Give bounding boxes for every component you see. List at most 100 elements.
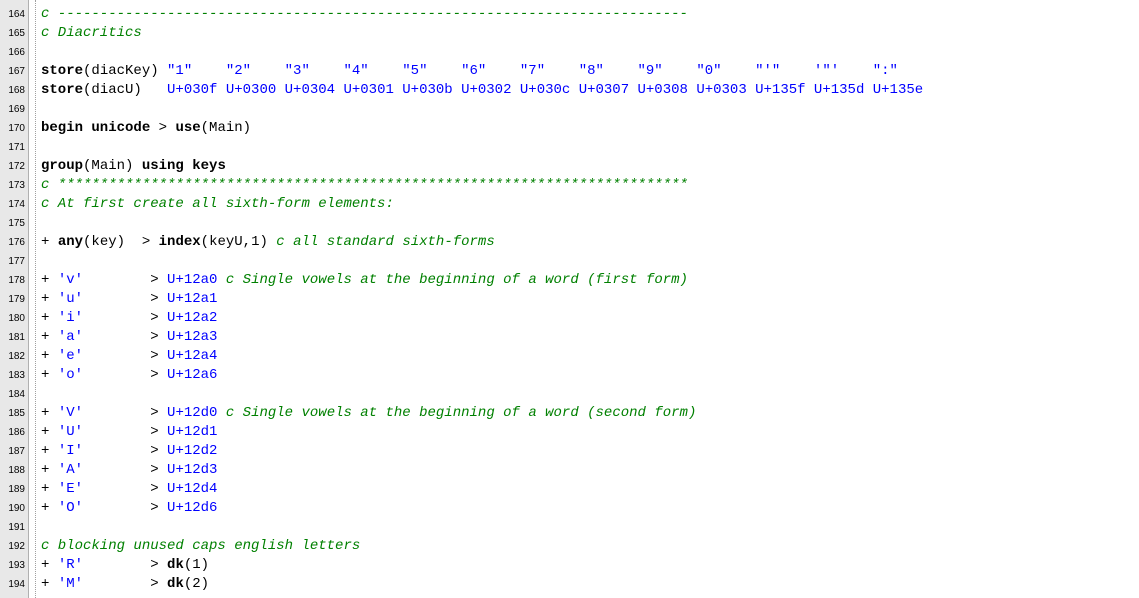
code-line[interactable]: 164 c -----------------------------------… <box>0 5 1139 24</box>
line-number: 164 <box>8 9 25 20</box>
code-token-uni: U+12d6 <box>167 500 218 516</box>
line-number: 182 <box>8 351 25 362</box>
code-token-op: > <box>83 405 168 421</box>
line-number: 190 <box>8 503 25 514</box>
code-token-kw: index <box>158 234 201 250</box>
line-number: 178 <box>8 275 25 286</box>
line-number: 173 <box>8 180 25 191</box>
code-line[interactable]: 194 + 'M' > dk(2) <box>0 575 1139 594</box>
code-line[interactable]: 171 <box>0 138 1139 157</box>
code-line[interactable]: 178 + 'v' > U+12a0 c Single vowels at the… <box>0 271 1139 290</box>
code-line[interactable]: 180 + 'i' > U+12a2 <box>0 309 1139 328</box>
line-number: 194 <box>8 579 25 590</box>
line-number: 165 <box>8 28 25 39</box>
code-token-op: + <box>41 405 58 421</box>
code-line[interactable]: 185 + 'V' > U+12d0 c Single vowels at the… <box>0 404 1139 423</box>
code-text: + 'R' > dk(1) <box>41 556 209 575</box>
line-number: 188 <box>8 465 25 476</box>
code-token-uni: U+12a3 <box>167 329 218 345</box>
line-number: 185 <box>8 408 25 419</box>
code-token-op: + <box>41 348 58 364</box>
line-number: 179 <box>8 294 25 305</box>
code-line[interactable]: 172 group(Main) using keys <box>0 157 1139 176</box>
code-line[interactable]: 177 <box>0 252 1139 271</box>
code-token-kw: store <box>41 63 84 79</box>
code-token-uni: U+12d0 <box>167 405 218 421</box>
code-token-uni: U+12d1 <box>167 424 218 440</box>
line-number: 172 <box>8 161 25 172</box>
code-text: + 'U' > U+12d1 <box>41 423 217 442</box>
code-token-kw: using keys <box>141 158 226 174</box>
code-line[interactable]: 173 c ***********************************… <box>0 176 1139 195</box>
code-token-op: (2) <box>183 576 210 592</box>
code-line[interactable]: 191 <box>0 518 1139 537</box>
code-text: + 'i' > U+12a2 <box>41 309 217 328</box>
code-token-str: 'R' <box>57 557 84 573</box>
code-line[interactable]: 193 + 'R' > dk(1) <box>0 556 1139 575</box>
code-line[interactable]: 189 + 'E' > U+12d4 <box>0 480 1139 499</box>
code-token-str: 'v' <box>57 272 84 288</box>
code-line[interactable]: 168 store(diacU) U+030f U+0300 U+0304 U+0… <box>0 81 1139 100</box>
code-token-op: + <box>41 481 58 497</box>
code-token-cm: c Diacritics <box>41 25 142 41</box>
code-token-op: > <box>83 500 168 516</box>
line-number: 168 <box>8 85 25 96</box>
code-token-op: + <box>41 310 58 326</box>
code-line[interactable]: 186 + 'U' > U+12d1 <box>0 423 1139 442</box>
code-line[interactable]: 183 + 'o' > U+12a6 <box>0 366 1139 385</box>
code-token-op: + <box>41 557 58 573</box>
line-number: 177 <box>8 256 25 267</box>
code-line[interactable]: 192 c blocking unused caps english letter… <box>0 537 1139 556</box>
code-token-op: > <box>83 291 168 307</box>
code-token-uni: U+12a6 <box>167 367 218 383</box>
code-line[interactable]: 175 <box>0 214 1139 233</box>
code-token-uni: U+12a4 <box>167 348 218 364</box>
code-line[interactable]: 190 + 'O' > U+12d6 <box>0 499 1139 518</box>
code-line[interactable]: 170 begin unicode > use(Main) <box>0 119 1139 138</box>
line-number: 193 <box>8 560 25 571</box>
code-editor[interactable]: 164 c -----------------------------------… <box>0 0 1139 598</box>
code-line[interactable]: 176 + any(key) > index(keyU,1) c all stan… <box>0 233 1139 252</box>
line-number: 189 <box>8 484 25 495</box>
code-line[interactable]: 169 <box>0 100 1139 119</box>
code-line[interactable]: 187 + 'I' > U+12d2 <box>0 442 1139 461</box>
code-line[interactable]: 182 + 'e' > U+12a4 <box>0 347 1139 366</box>
code-token-op <box>217 405 225 421</box>
code-token-op: > <box>83 310 168 326</box>
code-text: store(diacKey) "1" "2" "3" "4" "5" "6" "… <box>41 62 898 81</box>
code-line[interactable]: 165 c Diacritics <box>0 24 1139 43</box>
code-token-kw: dk <box>167 576 184 592</box>
code-text: group(Main) using keys <box>41 157 226 176</box>
code-token-str: 'V' <box>57 405 84 421</box>
code-token-str: 'o' <box>57 367 84 383</box>
code-token-cm: c **************************************… <box>41 177 688 193</box>
code-token-uni: U+030f U+0300 U+0304 U+0301 U+030b U+030… <box>167 82 924 98</box>
code-text: + 'a' > U+12a3 <box>41 328 217 347</box>
code-token-str: 'U' <box>57 424 84 440</box>
code-token-op: > <box>83 272 168 288</box>
code-token-uni: U+12d2 <box>167 443 218 459</box>
code-token-op: (diacU) <box>83 82 168 98</box>
code-token-op: + <box>41 272 58 288</box>
code-line[interactable]: 181 + 'a' > U+12a3 <box>0 328 1139 347</box>
code-text: + 'v' > U+12a0 c Single vowels at the be… <box>41 271 688 290</box>
code-token-uni: U+12a2 <box>167 310 218 326</box>
line-number: 167 <box>8 66 25 77</box>
code-token-op: + <box>41 424 58 440</box>
code-line[interactable]: 179 + 'u' > U+12a1 <box>0 290 1139 309</box>
code-line[interactable]: 166 <box>0 43 1139 62</box>
code-line[interactable]: 174 c At first create all sixth-form elem… <box>0 195 1139 214</box>
code-token-uni: U+12a0 <box>167 272 218 288</box>
code-token-op: + <box>41 500 58 516</box>
code-line[interactable]: 167 store(diacKey) "1" "2" "3" "4" "5" "6… <box>0 62 1139 81</box>
code-line[interactable]: 184 <box>0 385 1139 404</box>
line-number: 181 <box>8 332 25 343</box>
code-text: begin unicode > use(Main) <box>41 119 251 138</box>
code-text: c Diacritics <box>41 24 142 43</box>
code-line[interactable]: 188 + 'A' > U+12d3 <box>0 461 1139 480</box>
code-token-str: 'E' <box>57 481 84 497</box>
code-token-op: + <box>41 462 58 478</box>
line-number: 180 <box>8 313 25 324</box>
code-token-op: + <box>41 291 58 307</box>
code-text: c blocking unused caps english letters <box>41 537 360 556</box>
